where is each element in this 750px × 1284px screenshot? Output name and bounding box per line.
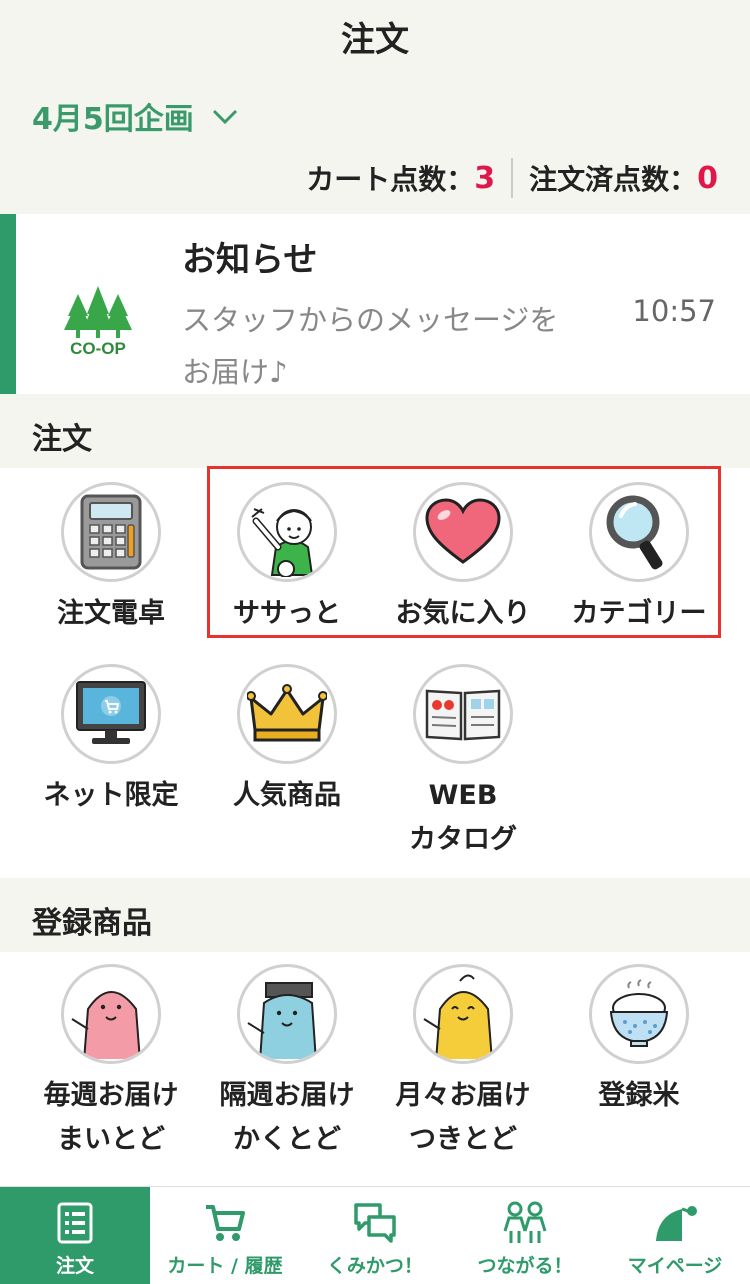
menu-item-label-line2: カタログ	[409, 824, 517, 855]
menu-item-label: 月々お届け つきとど	[396, 1074, 531, 1162]
menu-item-label: 注文電卓	[57, 598, 165, 629]
tab-mypage[interactable]: マイページ	[600, 1187, 750, 1284]
registered-section-title: 登録商品	[32, 906, 152, 941]
notice-message-line2: お届け♪	[182, 355, 288, 389]
cart-count-value: 3	[474, 160, 496, 196]
order-section-header: 注文	[0, 396, 750, 468]
tab-kumikatsu[interactable]: くみかつ！	[300, 1187, 450, 1284]
coop-logo: CO-OP	[64, 286, 132, 358]
order-section-title: 注文	[32, 422, 92, 457]
people-icon	[503, 1201, 547, 1243]
menu-item-label: ササっと	[233, 598, 341, 629]
notice-title: お知らせ	[182, 240, 318, 280]
plan-selector[interactable]: 4月5回企画	[32, 94, 238, 138]
menu-item-calculator[interactable]: 注文電卓	[23, 482, 199, 636]
tab-cart-history[interactable]: カート / 履歴	[150, 1187, 300, 1284]
chat-bubbles-icon	[354, 1203, 396, 1243]
item-counts: カート点数： 3 注文済点数： 0	[306, 158, 718, 198]
yellow-seal-icon	[413, 964, 513, 1064]
menu-item-sasatto[interactable]: ササっと	[199, 482, 375, 636]
mypage-icon	[656, 1206, 697, 1241]
menu-item-label-line1: 毎週お届け	[43, 1080, 179, 1111]
pink-seal-icon	[61, 964, 161, 1064]
menu-item-net-limited[interactable]: ネット限定	[23, 664, 199, 818]
menu-item-label: カテゴリー	[571, 598, 707, 629]
menu-item-favorites[interactable]: お気に入り	[375, 482, 551, 636]
menu-item-popular[interactable]: 人気商品	[199, 664, 375, 818]
menu-item-label-line1: WEB	[428, 780, 498, 811]
cart-count-label: カート点数：	[306, 163, 475, 196]
catalog-icon	[413, 664, 513, 764]
bottom-tab-bar: 注文 カート / 履歴 くみかつ！ つながる！ マイページ	[0, 1186, 750, 1284]
chevron-down-icon	[212, 109, 237, 125]
menu-item-label: 人気商品	[233, 780, 341, 811]
menu-item-tsukitodo[interactable]: 月々お届け つきとど	[375, 964, 551, 1162]
menu-item-label-line1: 隔週お届け	[219, 1080, 355, 1111]
tab-label: カート / 履歴	[167, 1255, 283, 1277]
menu-item-kakutodo[interactable]: 隔週お届け かくとど	[199, 964, 375, 1162]
menu-item-label-line2: つきとど	[409, 1124, 517, 1155]
tab-label: くみかつ！	[327, 1255, 423, 1277]
menu-item-label: 登録米	[599, 1074, 680, 1118]
heart-icon	[413, 482, 513, 582]
tab-tsunagaru[interactable]: つながる！	[450, 1187, 600, 1284]
menu-item-maitodo[interactable]: 毎週お届け まいとど	[23, 964, 199, 1162]
pointing-character-icon	[237, 482, 337, 582]
menu-item-label: WEB カタログ	[409, 774, 517, 862]
menu-item-label-line1: 月々お届け	[395, 1080, 531, 1111]
menu-item-category[interactable]: カテゴリー	[551, 482, 727, 636]
crown-icon	[237, 664, 337, 764]
order-menu-grid: 注文電卓 ササっと お気に入り カテゴリー ネット限定 人気商品 WEB カタロ…	[0, 468, 750, 878]
count-divider	[511, 158, 514, 198]
notice-accent-bar	[0, 214, 16, 394]
registered-menu-grid: 毎週お届け まいとど 隔週お届け かくとど 月々お届け つきとど 登録米	[0, 952, 750, 1186]
tab-label: 注文	[55, 1255, 94, 1277]
calculator-icon	[61, 482, 161, 582]
menu-item-web-catalog[interactable]: WEB カタログ	[375, 664, 551, 862]
menu-item-label: お気に入り	[395, 598, 531, 629]
svg-text:CO-OP: CO-OP	[70, 339, 126, 358]
page-title: 注文	[341, 20, 409, 60]
notice-time: 10:57	[632, 294, 716, 328]
menu-item-label-line2: まいとど	[57, 1124, 165, 1155]
menu-item-label-line1: 登録米	[598, 1080, 680, 1111]
tab-order[interactable]: 注文	[0, 1187, 150, 1284]
order-list-icon	[57, 1202, 93, 1244]
menu-item-label: 隔週お届け かくとど	[220, 1074, 355, 1162]
cart-icon	[206, 1205, 245, 1241]
magnifier-icon	[589, 482, 689, 582]
menu-item-registered-rice[interactable]: 登録米	[551, 964, 727, 1118]
registered-section-header: 登録商品	[0, 880, 750, 952]
plan-label: 4月5回企画	[32, 102, 194, 137]
menu-item-label-line2: かくとど	[233, 1124, 341, 1155]
notice-message: スタッフからのメッセージを お届け♪	[182, 294, 612, 398]
rice-bowl-icon	[589, 964, 689, 1064]
notice-message-line1: スタッフからのメッセージを	[182, 303, 559, 337]
menu-item-label: 毎週お届け まいとど	[44, 1074, 179, 1162]
ordered-count-value: 0	[697, 160, 718, 196]
ordered-count-label: 注文済点数：	[529, 163, 698, 196]
monitor-cart-icon	[61, 664, 161, 764]
notice-card[interactable]: CO-OP お知らせ スタッフからのメッセージを お届け♪ 10:57	[0, 214, 750, 394]
tab-label: マイページ	[627, 1255, 723, 1277]
tab-label: つながる！	[477, 1255, 573, 1277]
blue-seal-icon	[237, 964, 337, 1064]
menu-item-label: ネット限定	[43, 780, 179, 811]
